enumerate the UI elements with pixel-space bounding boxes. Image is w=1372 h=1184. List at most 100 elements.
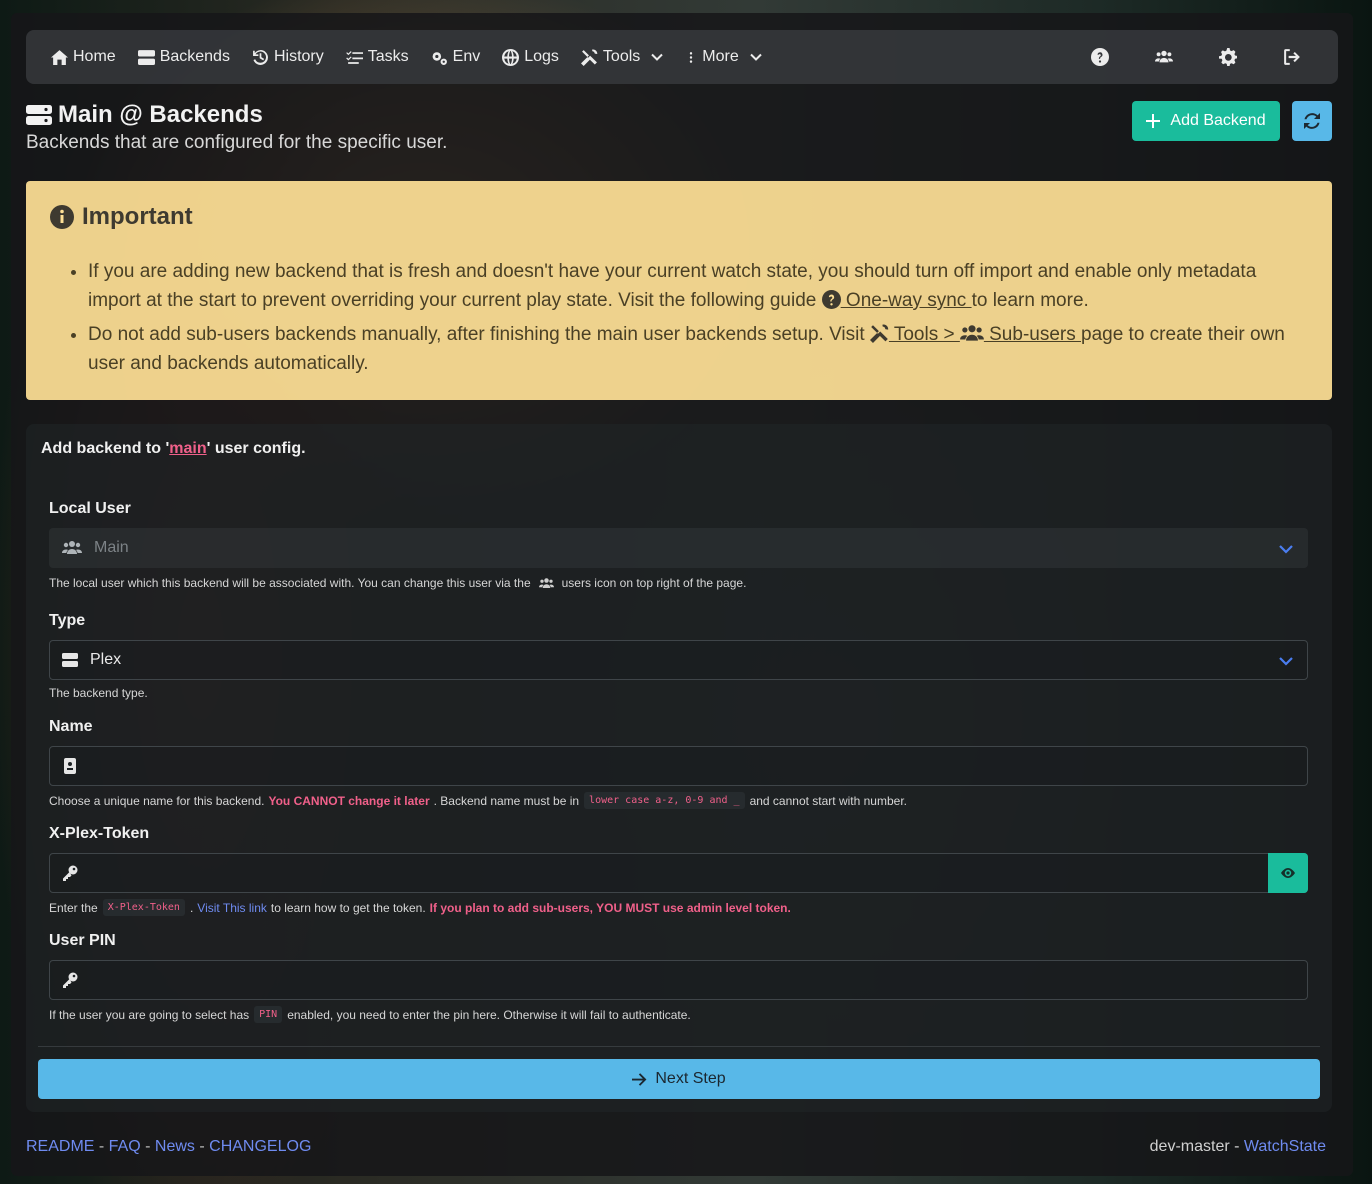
- nav-history[interactable]: History: [241, 30, 335, 84]
- gear-icon: [1219, 48, 1237, 66]
- key-icon: [63, 972, 78, 988]
- tools-link[interactable]: Tools >: [889, 324, 960, 345]
- nav-right-group: [1068, 30, 1324, 84]
- nav-tasks[interactable]: Tasks: [335, 30, 420, 84]
- help-button[interactable]: [1068, 30, 1132, 84]
- chevron-down-icon: [1279, 657, 1293, 666]
- sign-out-icon: [1284, 49, 1300, 65]
- type-select[interactable]: Plex: [49, 640, 1308, 680]
- chevron-down-icon: [1279, 545, 1293, 554]
- sub-users-link[interactable]: Sub-users: [984, 324, 1081, 345]
- important-item: If you are adding new backend that is fr…: [88, 257, 1308, 315]
- important-notice: Important If you are adding new backend …: [26, 181, 1332, 400]
- local-user-select[interactable]: Main: [49, 528, 1308, 568]
- toggle-visibility-button[interactable]: [1268, 853, 1308, 893]
- server-icon: [62, 653, 78, 667]
- question-circle-icon: [1091, 48, 1109, 66]
- token-help-warning: If you plan to add sub-users, YOU MUST u…: [429, 900, 791, 915]
- card-heading-text-end: ' user config.: [206, 440, 306, 457]
- add-backend-card: Add backend to 'main' user config. Local…: [26, 424, 1332, 1112]
- one-way-sync-link[interactable]: One-way sync: [841, 290, 972, 311]
- user-link[interactable]: main: [169, 440, 206, 457]
- next-step-button[interactable]: Next Step: [38, 1059, 1320, 1099]
- card-heading-text: Add backend to ': [41, 440, 170, 457]
- token-help-text: Enter the: [49, 900, 98, 915]
- name-field[interactable]: [49, 746, 1308, 786]
- users-icon: [538, 577, 554, 588]
- watchstate-link[interactable]: WatchState: [1244, 1138, 1326, 1155]
- chevron-down-icon: [651, 53, 663, 61]
- token-help-code: X-Plex-Token: [102, 899, 185, 916]
- footer-links: README - FAQ - News - CHANGELOG: [26, 1138, 311, 1156]
- footer-separator: -: [194, 1138, 210, 1155]
- refresh-button[interactable]: [1292, 101, 1332, 141]
- token-field[interactable]: [49, 853, 1308, 893]
- important-heading: Important: [50, 203, 1308, 231]
- token-help-text-2: to learn how to get the token.: [270, 900, 426, 915]
- card-heading: Add backend to 'main' user config.: [41, 440, 306, 458]
- version-text: dev-master: [1149, 1138, 1230, 1155]
- readme-link[interactable]: README: [26, 1138, 94, 1155]
- card-divider: [38, 1046, 1320, 1047]
- next-step-label: Next Step: [655, 1070, 726, 1087]
- settings-button[interactable]: [1196, 30, 1260, 84]
- question-circle-icon: [821, 290, 841, 309]
- nav-history-label: History: [273, 48, 324, 65]
- pin-help: If the user you are going to select has …: [49, 1006, 691, 1023]
- page-title-text: Main @ Backends: [58, 101, 263, 128]
- top-navbar: Home Backends History Tasks Env Logs Too…: [26, 30, 1338, 84]
- page-subtitle: Backends that are configured for the spe…: [26, 132, 448, 153]
- name-help-text: Choose a unique name for this backend.: [49, 793, 265, 808]
- local-user-value: Main: [94, 539, 129, 556]
- token-help-dot: .: [189, 900, 194, 915]
- pin-field[interactable]: [49, 960, 1308, 1000]
- token-label: X-Plex-Token: [49, 825, 150, 842]
- changelog-link[interactable]: CHANGELOG: [209, 1138, 311, 1155]
- type-label: Type: [49, 612, 86, 629]
- local-user-help-text-end: users icon on top right of the page.: [561, 576, 747, 590]
- footer-version: dev-master - WatchState: [1150, 1138, 1326, 1156]
- sync-icon: [1304, 113, 1320, 129]
- info-circle-icon: [50, 205, 74, 229]
- add-backend-button[interactable]: Add Backend: [1132, 101, 1280, 141]
- logout-button[interactable]: [1260, 30, 1324, 84]
- local-user-help-text: The local user which this backend will b…: [49, 576, 531, 590]
- nav-tools-dropdown[interactable]: Tools: [570, 30, 674, 84]
- name-input[interactable]: [88, 747, 1307, 785]
- faq-link[interactable]: FAQ: [109, 1138, 141, 1155]
- pin-input[interactable]: [88, 961, 1307, 999]
- nav-backends-label: Backends: [159, 48, 230, 65]
- token-guide-link[interactable]: Visit This link: [197, 901, 267, 915]
- tools-icon: [869, 324, 889, 343]
- important-item2-text: Do not add sub-users backends manually, …: [88, 324, 865, 345]
- important-title-text: Important: [82, 203, 193, 230]
- type-value: Plex: [90, 651, 122, 668]
- pin-label: User PIN: [49, 932, 116, 949]
- nav-home-label: Home: [73, 48, 116, 65]
- nav-env-label: Env: [452, 48, 481, 65]
- plus-icon: [1146, 114, 1161, 128]
- nav-logs[interactable]: Logs: [491, 30, 570, 84]
- users-button[interactable]: [1132, 30, 1196, 84]
- footer-separator: -: [1229, 1138, 1244, 1155]
- id-card-icon: [64, 758, 76, 774]
- ellipsis-vertical-icon: [690, 51, 693, 63]
- news-link[interactable]: News: [155, 1138, 195, 1155]
- token-input[interactable]: [88, 854, 1307, 892]
- pin-help-text: If the user you are going to select has: [49, 1007, 250, 1022]
- name-help-code: lower case a-z, 0-9 and _: [584, 792, 745, 809]
- name-help-text-3: and cannot start with number.: [749, 793, 907, 808]
- nav-backends[interactable]: Backends: [127, 30, 241, 84]
- nav-tools-label: Tools: [602, 48, 641, 65]
- nav-env[interactable]: Env: [420, 30, 492, 84]
- home-icon: [51, 49, 68, 65]
- important-item1-text-end: to learn more.: [971, 290, 1089, 311]
- chevron-down-icon: [750, 53, 762, 61]
- pin-help-code: PIN: [254, 1006, 283, 1023]
- users-icon: [959, 325, 984, 341]
- nav-home[interactable]: Home: [40, 30, 127, 84]
- nav-more-dropdown[interactable]: More: [674, 30, 772, 84]
- name-help: Choose a unique name for this backend. Y…: [49, 792, 907, 809]
- cogs-icon: [432, 51, 447, 65]
- users-icon: [1155, 50, 1173, 63]
